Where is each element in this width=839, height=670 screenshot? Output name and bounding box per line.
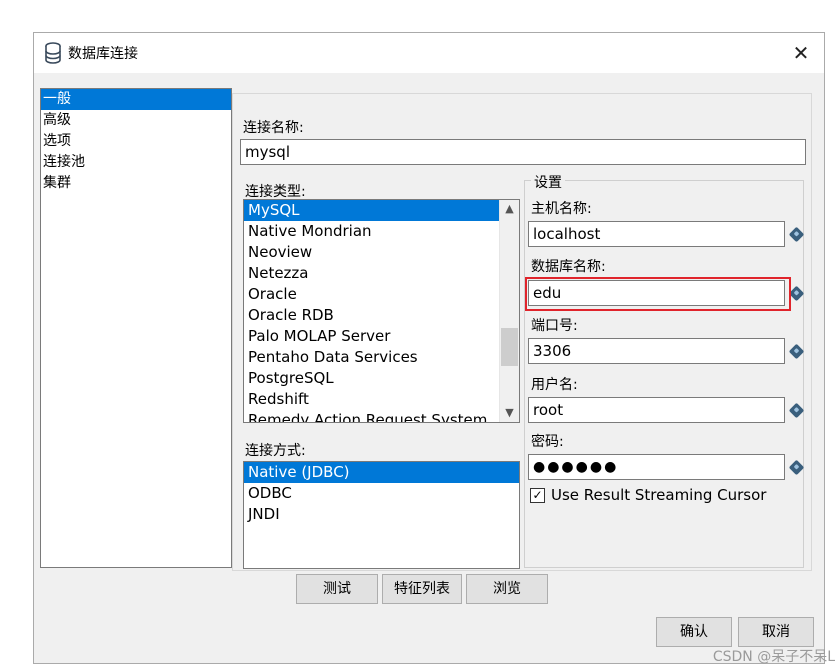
nav-item-options[interactable]: 选项	[41, 131, 231, 152]
general-panel: 连接名称: mysql 连接类型: MySQL Native Mondrian …	[232, 93, 812, 571]
port-label: 端口号:	[531, 318, 578, 334]
connection-type-list[interactable]: MySQL Native Mondrian Neoview Netezza Or…	[243, 199, 520, 423]
access-method-label: 连接方式:	[245, 443, 306, 459]
port-input[interactable]: 3306	[528, 338, 785, 364]
list-item[interactable]: Neoview	[244, 242, 519, 263]
ok-button[interactable]: 确认	[656, 617, 732, 647]
list-item[interactable]: Pentaho Data Services	[244, 347, 519, 368]
test-button[interactable]: 测试	[296, 574, 378, 604]
window-title: 数据库连接	[68, 46, 138, 62]
highlight-box	[525, 277, 791, 311]
title-bar: 数据库连接 ✕	[34, 33, 824, 73]
list-item[interactable]: Oracle	[244, 284, 519, 305]
list-item[interactable]: MySQL	[244, 200, 499, 221]
database-name-label: 数据库名称:	[531, 259, 606, 275]
username-input[interactable]: root	[528, 397, 785, 423]
connection-type-scrollbar[interactable]: ▲ ▼	[499, 200, 519, 422]
list-item[interactable]: Native (JDBC)	[244, 462, 519, 483]
list-item[interactable]: Native Mondrian	[244, 221, 519, 242]
nav-item-cluster[interactable]: 集群	[41, 173, 231, 194]
connection-name-label: 连接名称:	[243, 120, 304, 136]
access-method-list[interactable]: Native (JDBC) ODBC JNDI	[243, 461, 520, 569]
close-icon: ✕	[792, 41, 810, 65]
list-item[interactable]: Redshift	[244, 389, 519, 410]
list-item[interactable]: JNDI	[244, 504, 519, 525]
username-label: 用户名:	[531, 377, 578, 393]
watermark: CSDN @呆子不呆L	[712, 649, 835, 665]
cancel-button[interactable]: 取消	[738, 617, 814, 647]
close-button[interactable]: ✕	[778, 33, 824, 73]
list-item[interactable]: Remedy Action Request System	[244, 410, 519, 422]
streaming-cursor-checkbox[interactable]: ✓	[530, 488, 545, 503]
connection-type-label: 连接类型:	[245, 184, 306, 200]
nav-item-pooling[interactable]: 连接池	[41, 152, 231, 173]
settings-title: 设置	[531, 172, 565, 192]
streaming-cursor-label: Use Result Streaming Cursor	[551, 486, 767, 504]
database-icon	[45, 42, 61, 64]
password-label: 密码:	[531, 434, 564, 450]
list-item[interactable]: Oracle RDB	[244, 305, 519, 326]
list-item[interactable]: Netezza	[244, 263, 519, 284]
category-nav: 一般 高级 选项 连接池 集群	[40, 88, 232, 568]
scroll-down-icon[interactable]: ▼	[500, 404, 519, 422]
list-item[interactable]: Palo MOLAP Server	[244, 326, 519, 347]
feature-list-button[interactable]: 特征列表	[382, 574, 462, 604]
password-input[interactable]: ●●●●●●	[528, 454, 785, 480]
scroll-up-icon[interactable]: ▲	[500, 200, 519, 218]
database-connection-dialog: 数据库连接 ✕ 一般 高级 选项 连接池 集群 连接名称: mysql 连接类型…	[33, 32, 825, 664]
scroll-thumb[interactable]	[501, 328, 518, 366]
list-item[interactable]: ODBC	[244, 483, 519, 504]
host-input[interactable]: localhost	[528, 221, 785, 247]
list-item[interactable]: PostgreSQL	[244, 368, 519, 389]
connection-name-input[interactable]: mysql	[240, 139, 806, 165]
nav-item-general[interactable]: 一般	[41, 89, 231, 110]
host-label: 主机名称:	[531, 201, 592, 217]
browse-button[interactable]: 浏览	[466, 574, 548, 604]
nav-item-advanced[interactable]: 高级	[41, 110, 231, 131]
